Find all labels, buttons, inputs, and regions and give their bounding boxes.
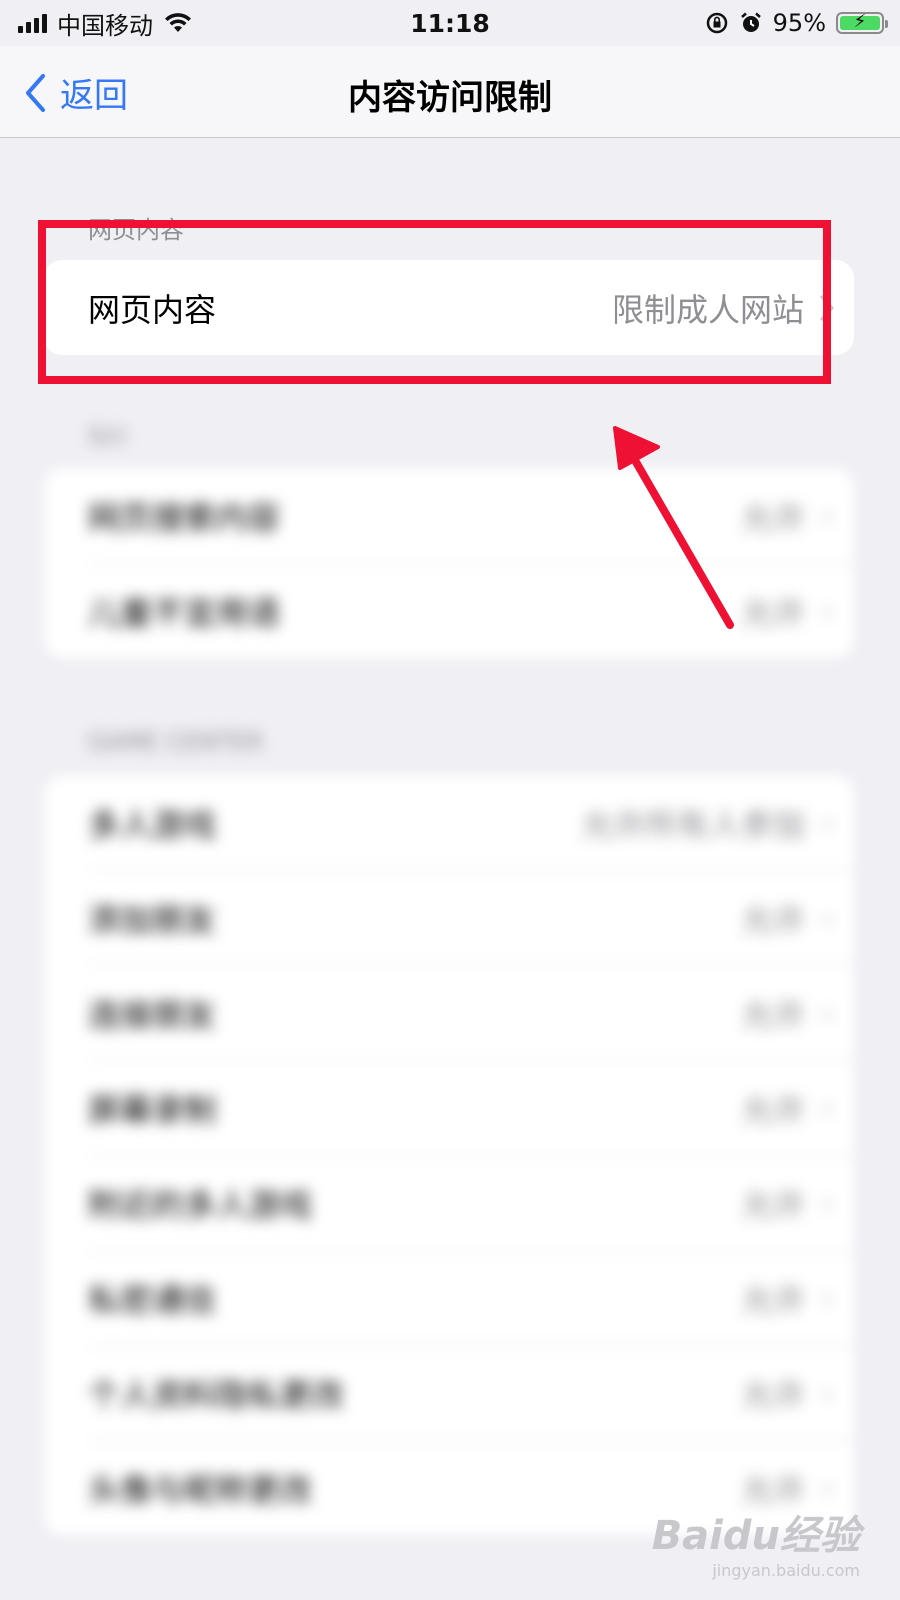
row-label: 附近的多人游戏 [88,1185,313,1224]
row-value: 允许 [741,1185,806,1224]
row-value: 允许 [741,1090,806,1129]
section-header-siri: Siri [88,422,127,450]
chevron-right-icon: › [821,496,834,535]
row-label: 儿童不宜用语 [88,593,281,632]
game-center-row-connect-friends[interactable]: 连接朋友 允许 › [44,965,854,1060]
navigation-bar: 返回 内容访问限制 [0,46,900,138]
row-label: 网页搜索内容 [88,498,281,537]
game-center-row-multiplayer[interactable]: 多人游戏 允许所有人参加 › [44,775,854,870]
watermark-logo: Baidu经验 [651,1513,860,1559]
row-value: 允许 [741,498,806,537]
row-value: 允许 [741,1375,806,1414]
status-bar: 中国移动 11:18 95% ⚡ [0,0,900,46]
game-center-row-private-messaging[interactable]: 私密通信 允许 › [44,1250,854,1345]
web-content-row[interactable]: 网页内容 限制成人网站 [44,260,854,355]
chevron-right-icon: › [821,898,834,937]
cellular-signal-icon [18,13,47,33]
game-center-group: 多人游戏 允许所有人参加 › 添加朋友 允许 › 连接朋友 允许 › 屏幕录制 … [44,775,854,1535]
section-header-web-content: 网页内容 [88,216,184,244]
chevron-right-icon [820,295,834,320]
row-value: 允许 [741,900,806,939]
alarm-icon [740,12,761,32]
battery-icon: ⚡ [836,11,888,34]
row-label: 私密通信 [88,1280,217,1319]
row-label: 添加朋友 [88,900,217,939]
chevron-right-icon: › [821,1088,834,1127]
row-value: 限制成人网站 [611,290,804,329]
chevron-right-icon: › [821,1278,834,1317]
chevron-right-icon: › [821,1468,834,1507]
chevron-right-icon: › [821,993,834,1032]
siri-group: 网页搜索内容 允许 › 儿童不宜用语 允许 › [44,468,854,658]
chevron-right-icon: › [821,591,834,630]
row-value: 允许 [741,995,806,1034]
row-label: 网页内容 [88,290,217,329]
row-label: 多人游戏 [88,805,217,844]
row-value: 允许 [741,593,806,632]
game-center-row-nearby-multiplayer[interactable]: 附近的多人游戏 允许 › [44,1155,854,1250]
row-value: 允许 [741,1280,806,1319]
row-label: 个人资料隐私更改 [88,1375,345,1414]
row-label: 头像与昵称更改 [88,1470,313,1509]
game-center-row-profile-privacy[interactable]: 个人资料隐私更改 允许 › [44,1345,854,1440]
watermark-url: jingyan.baidu.com [712,1561,860,1580]
chevron-right-icon: › [821,803,834,842]
charging-bolt-icon: ⚡ [853,11,867,32]
watermark: Baidu经验 jingyan.baidu.com [652,1503,860,1580]
game-center-row-add-friends[interactable]: 添加朋友 允许 › [44,870,854,965]
wifi-icon [165,13,191,32]
web-content-group: 网页内容 限制成人网站 [44,260,854,355]
battery-percentage: 95% [772,9,826,37]
page-title: 内容访问限制 [348,78,552,118]
game-center-row-screen-recording[interactable]: 屏幕录制 允许 › [44,1060,854,1155]
orientation-lock-icon [706,12,727,34]
row-value: 允许所有人参加 [581,805,806,844]
chevron-right-icon: › [821,1183,834,1222]
row-label: 连接朋友 [88,995,217,1034]
row-label: 屏幕录制 [88,1090,217,1129]
siri-row-web-search[interactable]: 网页搜索内容 允许 › [44,468,854,563]
carrier-name: 中国移动 [57,11,153,40]
section-header-game-center: GAME CENTER [88,728,263,756]
chevron-right-icon: › [821,1373,834,1412]
siri-row-explicit-language[interactable]: 儿童不宜用语 允许 › [44,563,854,658]
